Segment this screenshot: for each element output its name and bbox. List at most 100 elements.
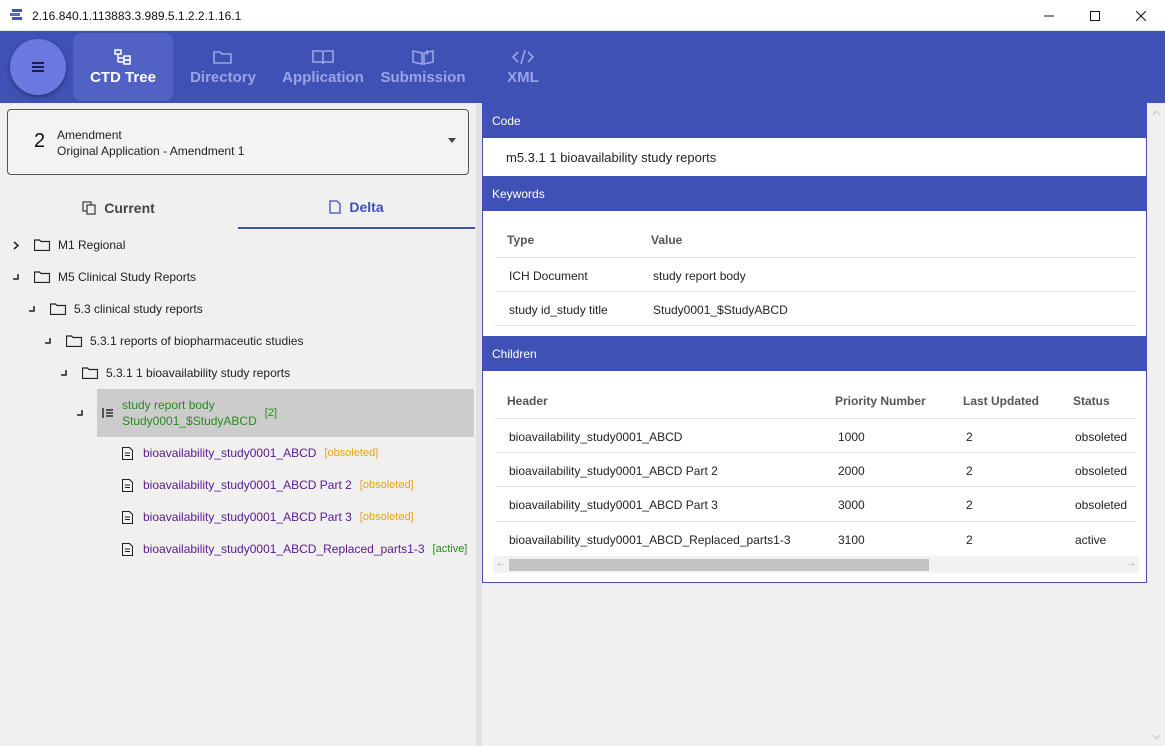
tab-ctd-tree[interactable]: CTD Tree	[73, 33, 173, 101]
detail-card: Code m5.3.1 1 bioavailability study repo…	[482, 103, 1147, 583]
folder-icon	[34, 271, 50, 283]
tree-node-label: 5.3 clinical study reports	[74, 302, 203, 316]
tree-node-label: 5.3.1 reports of biopharmaceutic studies	[90, 334, 304, 348]
minimize-icon	[1044, 15, 1054, 16]
folder-icon	[213, 50, 232, 64]
child-priority: 1000	[838, 430, 865, 444]
tree-doc-1[interactable]: bioavailability_study0001_ABCD [obsolete…	[122, 437, 378, 469]
keyword-type: study id_study title	[509, 303, 608, 317]
sequence-number: 2	[34, 130, 46, 152]
child-priority: 2000	[838, 464, 865, 478]
tree-doc-3[interactable]: bioavailability_study0001_ABCD Part 3 [o…	[122, 501, 414, 533]
document-icon	[122, 446, 133, 460]
tree-node-5-3[interactable]: 5.3 clinical study reports	[24, 293, 203, 325]
copy-icon	[82, 201, 96, 215]
collapse-icon[interactable]	[8, 273, 24, 281]
status-badge: [obsoleted]	[359, 511, 414, 523]
tab-current[interactable]: Current	[0, 187, 237, 229]
vertical-scrollbar[interactable]	[1148, 103, 1165, 746]
list-icon	[102, 407, 114, 419]
divider	[495, 257, 1137, 258]
column-header-header: Header	[507, 394, 548, 408]
horizontal-scrollbar[interactable]: ← →	[493, 556, 1139, 573]
collapse-icon[interactable]	[72, 409, 88, 417]
divider	[495, 452, 1137, 453]
tree-node-5-3-1[interactable]: 5.3.1 reports of biopharmaceutic studies	[40, 325, 303, 357]
divider	[495, 418, 1137, 419]
document-icon	[329, 200, 342, 214]
title-bar: 2.16.840.1.113883.3.989.5.1.2.2.1.16.1	[0, 0, 1165, 31]
tab-submission[interactable]: Submission	[373, 33, 473, 101]
child-last-updated: 2	[966, 464, 973, 478]
tree-node-study-report-body[interactable]: study report body Study0001_$StudyABCD […	[72, 397, 277, 429]
tree-node-label: 5.3.1 1 bioavailability study reports	[106, 366, 291, 380]
document-icon	[122, 510, 133, 524]
child-status: obsoleted	[1075, 464, 1128, 478]
collapse-icon[interactable]	[56, 369, 72, 377]
tab-current-label: Current	[104, 200, 155, 216]
maximize-icon	[1090, 10, 1100, 21]
status-badge: [obsoleted]	[324, 447, 379, 459]
tab-application[interactable]: Application	[273, 33, 373, 101]
document-label: bioavailability_study0001_ABCD Part 2	[143, 478, 352, 492]
tree-node-label: M5 Clinical Study Reports	[58, 270, 197, 284]
document-label: bioavailability_study0001_ABCD	[143, 446, 317, 460]
scrollbar-thumb[interactable]	[509, 559, 929, 571]
sequence-selector[interactable]: 2 Amendment Original Application - Amend…	[7, 109, 469, 175]
minimize-button[interactable]	[1026, 0, 1072, 31]
child-header[interactable]: bioavailability_study0001_ABCD_Replaced_…	[509, 533, 791, 547]
arrow-left-icon[interactable]: ←	[496, 558, 506, 569]
arrow-right-icon[interactable]: →	[1126, 558, 1136, 569]
tab-label: Directory	[190, 68, 256, 86]
tab-label: Submission	[380, 68, 466, 86]
book-icon	[312, 49, 334, 64]
app-icon	[10, 9, 22, 20]
tree-node-m5[interactable]: M5 Clinical Study Reports	[8, 261, 196, 293]
tab-label: CTD Tree	[90, 68, 156, 86]
maximize-button[interactable]	[1072, 0, 1118, 31]
status-badge: [active]	[432, 543, 468, 555]
folder-icon	[66, 335, 82, 347]
collapse-icon[interactable]	[24, 305, 40, 313]
divider	[495, 521, 1137, 522]
child-status: obsoleted	[1075, 498, 1128, 512]
chevron-down-icon	[448, 138, 456, 143]
detail-panel: Code m5.3.1 1 bioavailability study repo…	[482, 103, 1165, 746]
divider	[495, 291, 1137, 292]
tree-doc-4[interactable]: bioavailability_study0001_ABCD_Replaced_…	[122, 533, 467, 565]
tab-xml[interactable]: XML	[473, 33, 573, 101]
tree-node-m1[interactable]: M1 Regional	[8, 229, 125, 261]
tab-directory[interactable]: Directory	[173, 33, 273, 101]
keyword-value: study report body	[653, 269, 746, 283]
child-last-updated: 2	[966, 533, 973, 547]
tree-node-sublabel: Study0001_$StudyABCD	[122, 414, 257, 428]
collapse-icon[interactable]	[40, 337, 56, 345]
folder-icon	[34, 239, 50, 251]
tree-node-label: study report body	[122, 398, 215, 412]
tree-node-label: M1 Regional	[58, 238, 126, 252]
keyword-value: Study0001_$StudyABCD	[653, 303, 788, 317]
tree-doc-2[interactable]: bioavailability_study0001_ABCD Part 2 [o…	[122, 469, 414, 501]
menu-button[interactable]	[10, 39, 66, 95]
tree-node-label-group: study report body Study0001_$StudyABCD	[122, 397, 257, 429]
close-button[interactable]	[1118, 0, 1164, 31]
child-priority: 3000	[838, 498, 865, 512]
tree-panel: 2 Amendment Original Application - Amend…	[0, 103, 480, 746]
close-icon	[1136, 10, 1146, 21]
tree-node-5-3-1-1[interactable]: 5.3.1 1 bioavailability study reports	[56, 357, 290, 389]
divider	[495, 325, 1137, 326]
sequence-type: Amendment	[57, 128, 122, 142]
column-header-priority: Priority Number	[835, 394, 926, 408]
child-header[interactable]: bioavailability_study0001_ABCD	[509, 430, 682, 444]
column-header-type: Type	[507, 233, 535, 247]
children-header: Children	[483, 336, 1147, 371]
child-header[interactable]: bioavailability_study0001_ABCD Part 3	[509, 498, 718, 512]
hamburger-icon	[32, 62, 44, 72]
chevron-right-icon[interactable]	[8, 240, 24, 250]
child-header[interactable]: bioavailability_study0001_ABCD Part 2	[509, 464, 718, 478]
scroll-arrows-icon	[1152, 110, 1161, 740]
column-header-last-updated: Last Updated	[963, 394, 1040, 408]
child-status: active	[1075, 533, 1107, 547]
code-header: Code	[483, 103, 1147, 138]
tab-delta[interactable]: Delta	[238, 187, 475, 229]
